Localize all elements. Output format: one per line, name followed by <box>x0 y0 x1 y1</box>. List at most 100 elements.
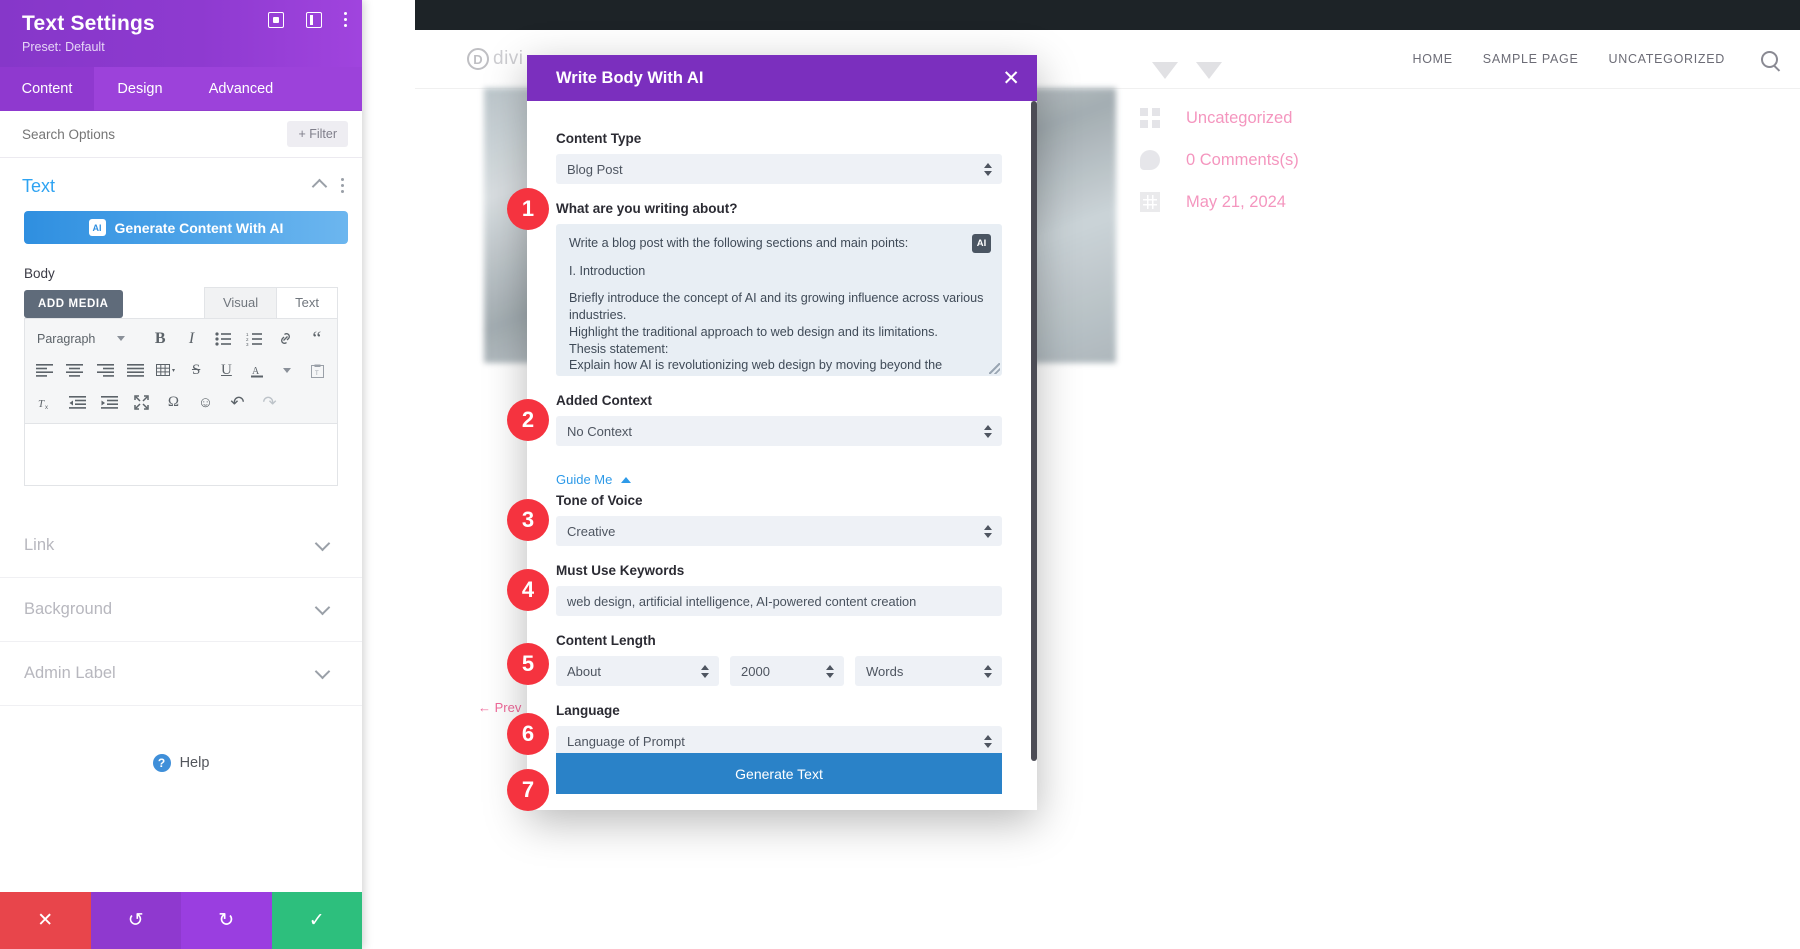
ai-icon: AI <box>88 219 106 236</box>
align-center-icon[interactable] <box>61 358 88 383</box>
align-right-icon[interactable] <box>92 358 119 383</box>
blockquote-icon[interactable]: “ <box>303 326 331 351</box>
content-length-approx-select[interactable]: About <box>556 656 719 686</box>
redo-icon[interactable]: ↷ <box>255 390 284 415</box>
screen: D divi HOME SAMPLE PAGE UNCATEGORIZED Un… <box>0 0 1800 949</box>
svg-text:A: A <box>252 366 260 377</box>
modal-footer: Generate Text <box>527 753 1037 810</box>
indent-icon[interactable] <box>95 390 124 415</box>
bold-icon[interactable]: B <box>146 326 174 351</box>
text-color-dropdown-icon[interactable] <box>273 358 300 383</box>
filter-button[interactable]: + Filter <box>287 121 348 147</box>
generate-text-button[interactable]: Generate Text <box>556 753 1002 794</box>
content-type-label: Content Type <box>556 131 642 146</box>
tab-advanced[interactable]: Advanced <box>186 67 296 111</box>
chevron-updown-icon <box>701 664 709 678</box>
chevron-down-icon <box>1152 62 1178 79</box>
accordion-link[interactable]: Link <box>0 514 362 578</box>
redo-button[interactable]: ↻ <box>181 892 272 949</box>
prev-post-link[interactable]: ← Prev <box>478 700 521 715</box>
meta-comments-text[interactable]: 0 Comments(s) <box>1186 151 1299 170</box>
link-icon[interactable] <box>271 326 299 351</box>
strikethrough-icon[interactable]: S <box>182 358 209 383</box>
chevron-up-icon[interactable] <box>311 178 328 195</box>
numbered-list-icon[interactable]: 123 <box>240 326 268 351</box>
callout-3: 3 <box>507 499 549 541</box>
content-type-select[interactable]: Blog Post <box>556 154 1002 184</box>
align-justify-icon[interactable] <box>122 358 149 383</box>
tone-select[interactable]: Creative <box>556 516 1002 546</box>
content-length-row: About 2000 Words <box>556 656 1002 686</box>
generate-content-with-ai-button[interactable]: AI Generate Content With AI <box>24 211 348 244</box>
text-color-icon[interactable]: A <box>243 358 270 383</box>
prompt-line-2: I. Introduction <box>569 263 646 278</box>
content-length-amount-stepper[interactable]: 2000 <box>730 656 844 686</box>
tone-value: Creative <box>567 523 616 539</box>
fullscreen-icon[interactable] <box>127 390 156 415</box>
keywords-input[interactable]: web design, artificial intelligence, AI-… <box>556 586 1002 616</box>
kebab-menu-icon[interactable] <box>344 12 348 28</box>
search-icon[interactable] <box>1761 50 1778 68</box>
modal-title: Write Body With AI <box>556 68 704 87</box>
generate-content-label: Generate Content With AI <box>114 219 284 236</box>
focus-icon[interactable] <box>268 12 284 28</box>
italic-icon[interactable]: I <box>177 326 205 351</box>
modal-body: Content Type Blog Post What are you writ… <box>527 101 1037 753</box>
resize-handle[interactable] <box>989 363 1000 374</box>
editor-toolbar: Paragraph B I 123 “ S U A T T x Ω ☺ ↶ ↷ <box>24 318 338 424</box>
content-length-label: Content Length <box>556 633 656 648</box>
discard-button[interactable]: ✕ <box>0 892 91 949</box>
add-media-button[interactable]: ADD MEDIA <box>24 290 123 318</box>
keywords-label: Must Use Keywords <box>556 563 685 578</box>
ai-icon[interactable]: AI <box>972 234 991 253</box>
added-context-select[interactable]: No Context <box>556 416 1002 446</box>
nav-item-uncategorized[interactable]: UNCATEGORIZED <box>1608 52 1725 66</box>
tab-design[interactable]: Design <box>94 67 186 111</box>
language-select[interactable]: Language of Prompt <box>556 726 1002 753</box>
undo-icon[interactable]: ↶ <box>223 390 252 415</box>
tab-visual[interactable]: Visual <box>203 287 278 318</box>
divi-logo-wordmark: divi <box>493 48 524 69</box>
tab-text[interactable]: Text <box>276 287 338 318</box>
align-left-icon[interactable] <box>31 358 58 383</box>
table-icon[interactable] <box>152 358 179 383</box>
toolbar-row-3: Tx Ω ☺ ↶ ↷ <box>31 390 331 415</box>
meta-category-text[interactable]: Uncategorized <box>1186 109 1292 128</box>
guide-me-label: Guide Me <box>556 472 613 487</box>
chevron-down-icon <box>314 535 331 551</box>
field-content-type: Content Type Blog Post <box>556 131 1002 184</box>
special-character-icon[interactable]: Ω <box>159 390 188 415</box>
bulleted-list-icon[interactable] <box>209 326 237 351</box>
meta-row-category: Uncategorized <box>1140 97 1500 139</box>
clear-formatting-icon[interactable]: Tx <box>31 390 60 415</box>
toolbar-row-1: Paragraph B I 123 “ <box>31 326 331 351</box>
paste-as-text-icon[interactable]: T <box>304 358 331 383</box>
content-length-unit-select[interactable]: Words <box>855 656 1002 686</box>
paragraph-format-select[interactable]: Paragraph <box>31 330 143 348</box>
editor-content-area[interactable] <box>24 424 338 486</box>
search-input[interactable] <box>22 126 288 142</box>
accordion-background[interactable]: Background <box>0 578 362 642</box>
chevron-updown-icon <box>984 162 992 176</box>
close-icon[interactable]: ✕ <box>1002 68 1020 89</box>
preset-selector[interactable]: Preset: Default <box>22 40 348 54</box>
emoji-icon[interactable]: ☺ <box>191 390 220 415</box>
tab-content[interactable]: Content <box>0 67 94 111</box>
guide-me-toggle[interactable]: Guide Me <box>556 472 1002 487</box>
modal-scrollbar[interactable] <box>1031 101 1037 761</box>
accordion-admin-label[interactable]: Admin Label <box>0 642 362 706</box>
section-title-text: Text <box>22 176 56 196</box>
divi-logo: D divi <box>467 48 524 70</box>
underline-icon[interactable]: U <box>213 358 240 383</box>
panel-layout-icon[interactable] <box>306 12 322 28</box>
section-text-header[interactable]: Text <box>0 158 362 209</box>
prompt-textarea[interactable]: Write a blog post with the following sec… <box>556 224 1002 376</box>
outdent-icon[interactable] <box>63 390 92 415</box>
sidebar-footer: ✕ ↺ ↻ ✓ <box>0 892 362 949</box>
prompt-line-3: Briefly introduce the concept of AI and … <box>569 291 984 323</box>
save-button[interactable]: ✓ <box>271 892 362 949</box>
chevron-updown-icon <box>984 424 992 438</box>
kebab-menu-icon[interactable] <box>341 177 344 196</box>
help-link[interactable]: ? Help <box>0 706 362 772</box>
undo-button[interactable]: ↺ <box>90 892 181 949</box>
